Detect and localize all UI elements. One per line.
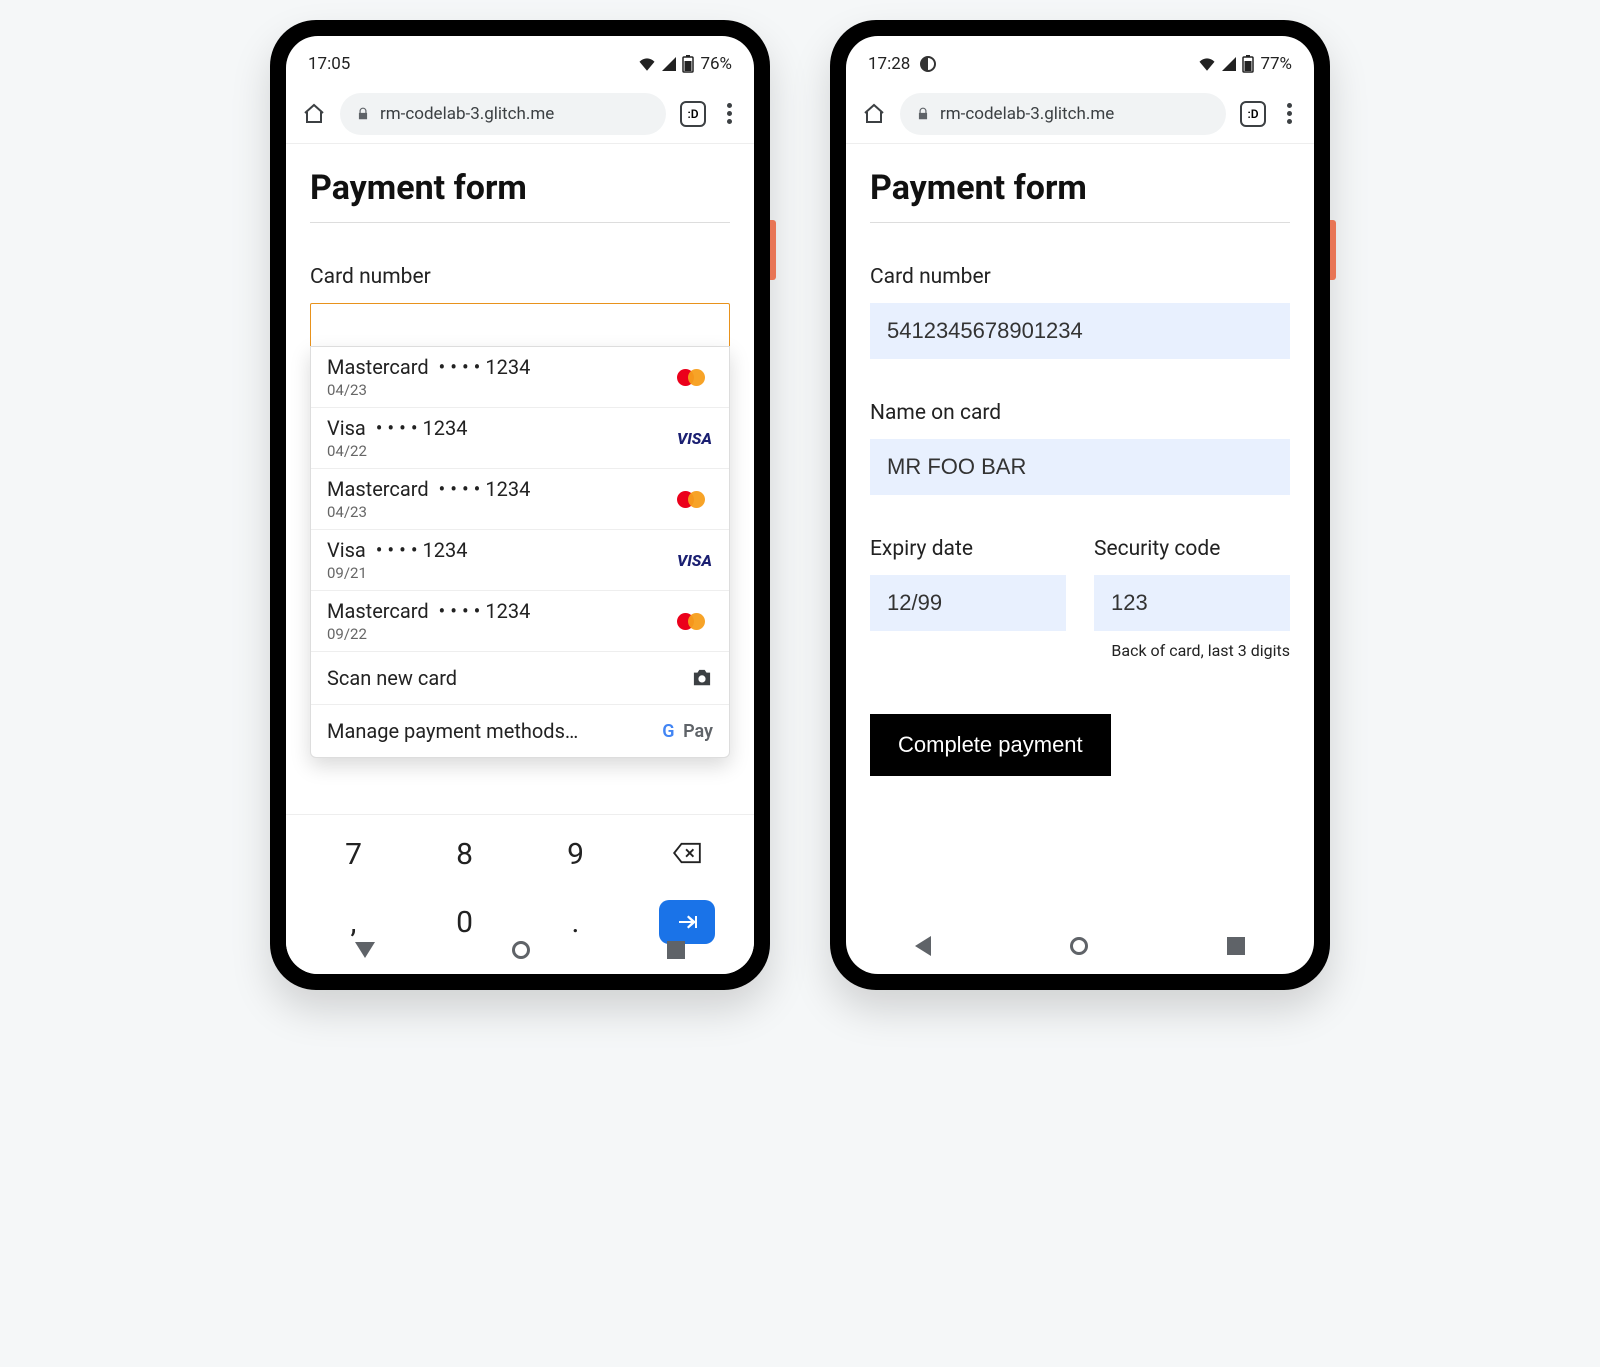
data-saver-icon: [920, 56, 936, 72]
mastercard-icon: [677, 613, 713, 630]
card-expiry: 04/23: [327, 381, 530, 399]
nav-recent-icon[interactable]: [1227, 937, 1245, 955]
card-number-input[interactable]: [870, 303, 1290, 359]
browser-toolbar: rm-codelab-3.glitch.me :D: [846, 84, 1314, 144]
home-icon[interactable]: [862, 102, 886, 126]
autofill-card-option[interactable]: Mastercard • • • • 1234 09/22: [311, 591, 729, 652]
nav-bar: [286, 928, 754, 972]
nav-bar: [846, 924, 1314, 968]
page-title: Payment form: [310, 168, 730, 223]
nav-recent-icon[interactable]: [667, 941, 685, 959]
clock: 17:28: [868, 54, 910, 74]
tabs-button[interactable]: :D: [680, 101, 706, 127]
wifi-icon: [638, 57, 656, 71]
key-7[interactable]: 7: [298, 837, 409, 872]
visa-icon: VISA: [677, 429, 713, 448]
gpay-icon: G Pay: [662, 721, 713, 742]
autofill-card-option[interactable]: Visa • • • • 1234 04/22 VISA: [311, 408, 729, 469]
battery-icon: [682, 55, 694, 73]
page-title: Payment form: [870, 168, 1290, 223]
card-brand-mask: Visa • • • • 1234: [327, 416, 468, 440]
wifi-icon: [1198, 57, 1216, 71]
address-bar[interactable]: rm-codelab-3.glitch.me: [900, 93, 1226, 135]
mastercard-icon: [677, 491, 713, 508]
key-backspace[interactable]: [631, 837, 742, 872]
autofill-dropdown: Mastercard • • • • 1234 04/23 Visa • • • •…: [310, 346, 730, 758]
card-expiry: 09/22: [327, 625, 530, 643]
nav-home-icon[interactable]: [512, 941, 530, 959]
url-text: rm-codelab-3.glitch.me: [940, 104, 1114, 124]
lock-icon: [356, 107, 370, 121]
autofill-card-option[interactable]: Mastercard • • • • 1234 04/23: [311, 347, 729, 408]
card-brand-mask: Mastercard • • • • 1234: [327, 355, 530, 379]
menu-icon[interactable]: [720, 103, 738, 124]
nav-back-icon[interactable]: [915, 936, 931, 956]
mastercard-icon: [677, 369, 713, 386]
signal-icon: [1222, 57, 1236, 71]
camera-icon: [691, 669, 713, 687]
lock-icon: [916, 107, 930, 121]
key-9[interactable]: 9: [520, 837, 631, 872]
battery-percent: 77%: [1260, 54, 1292, 74]
expiry-input[interactable]: [870, 575, 1066, 631]
home-icon[interactable]: [302, 102, 326, 126]
menu-icon[interactable]: [1280, 103, 1298, 124]
address-bar[interactable]: rm-codelab-3.glitch.me: [340, 93, 666, 135]
security-code-helper: Back of card, last 3 digits: [1094, 641, 1290, 660]
card-expiry: 04/23: [327, 503, 530, 521]
nav-back-icon[interactable]: [355, 942, 375, 958]
manage-payment-methods-option[interactable]: Manage payment methods…G Pay: [311, 705, 729, 757]
status-bar: 17:05 76%: [286, 44, 754, 84]
name-on-card-label: Name on card: [870, 401, 1290, 425]
card-expiry: 09/21: [327, 564, 468, 582]
phone-left: 17:05 76% rm-codelab-3.glitch.me :D Paym…: [270, 20, 770, 990]
status-bar: 17:28 77%: [846, 44, 1314, 84]
security-code-input[interactable]: [1094, 575, 1290, 631]
autofill-card-option[interactable]: Mastercard • • • • 1234 04/23: [311, 469, 729, 530]
card-brand-mask: Mastercard • • • • 1234: [327, 599, 530, 623]
tabs-button[interactable]: :D: [1240, 101, 1266, 127]
phone-right: 17:28 77% rm-codelab-3.glitch.me :D Paym…: [830, 20, 1330, 990]
key-8[interactable]: 8: [409, 837, 520, 872]
nav-home-icon[interactable]: [1070, 937, 1088, 955]
browser-toolbar: rm-codelab-3.glitch.me :D: [286, 84, 754, 144]
card-expiry: 04/22: [327, 442, 468, 460]
complete-payment-button[interactable]: Complete payment: [870, 714, 1111, 776]
card-brand-mask: Mastercard • • • • 1234: [327, 477, 530, 501]
battery-icon: [1242, 55, 1254, 73]
battery-percent: 76%: [700, 54, 732, 74]
signal-icon: [662, 57, 676, 71]
card-number-label: Card number: [310, 265, 730, 289]
clock: 17:05: [308, 54, 350, 74]
scan-new-card-option[interactable]: Scan new card: [311, 652, 729, 705]
visa-icon: VISA: [677, 551, 713, 570]
card-brand-mask: Visa • • • • 1234: [327, 538, 468, 562]
card-number-label: Card number: [870, 265, 1290, 289]
expiry-label: Expiry date: [870, 537, 1066, 561]
autofill-card-option[interactable]: Visa • • • • 1234 09/21 VISA: [311, 530, 729, 591]
name-on-card-input[interactable]: [870, 439, 1290, 495]
security-code-label: Security code: [1094, 537, 1290, 561]
url-text: rm-codelab-3.glitch.me: [380, 104, 554, 124]
